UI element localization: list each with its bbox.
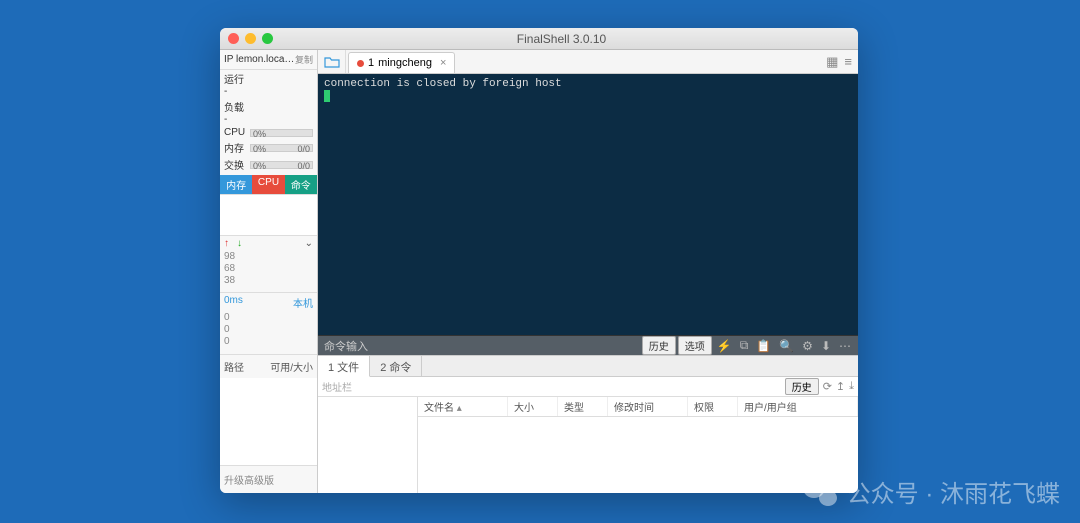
history-button[interactable]: 历史	[642, 336, 676, 355]
session-tab[interactable]: 1 mingcheng ×	[348, 52, 455, 73]
sidebar-spacer	[220, 378, 317, 465]
address-bar: 地址栏 历史 ⟳ ↥ ⤓	[318, 377, 858, 397]
watermark: 公众号 · 沐雨花飞蝶	[803, 474, 1060, 509]
window-title: FinalShell 3.0.10	[273, 32, 850, 46]
tab-files[interactable]: 1 文件	[318, 356, 370, 377]
tab-commands[interactable]: 2 命令	[370, 356, 422, 376]
col-type[interactable]: 类型	[558, 397, 608, 416]
file-columns: 文件名 大小 类型 修改时间 权限 用户/用户组	[418, 397, 858, 417]
status-dot-icon	[357, 60, 364, 67]
perf-graph	[220, 194, 317, 236]
sidebar-tab-cpu[interactable]: CPU	[252, 175, 284, 194]
ip-row: IP lemon.local.qq.c... 复制	[220, 50, 317, 70]
folder-icon	[324, 56, 340, 68]
col-name[interactable]: 文件名	[418, 397, 508, 416]
upgrade-link[interactable]: 升级高级版	[220, 465, 317, 493]
list-view-icon[interactable]: ≡	[844, 54, 852, 69]
zoom-window-button[interactable]	[262, 33, 273, 44]
copy-ip-button[interactable]: 复制	[295, 53, 313, 66]
copy-icon[interactable]: ⧉	[737, 338, 752, 353]
options-button[interactable]: 选项	[678, 336, 712, 355]
close-window-button[interactable]	[228, 33, 239, 44]
terminal-line: connection is closed by foreign host	[324, 78, 852, 90]
col-owner[interactable]: 用户/用户组	[738, 397, 858, 416]
search-icon[interactable]: 🔍	[776, 339, 797, 353]
ping-ms: 0ms	[224, 295, 243, 310]
close-tab-button[interactable]: ×	[440, 57, 446, 69]
more-icon[interactable]: ⋯	[836, 339, 854, 353]
mem-label: 内存	[224, 140, 246, 155]
size-label: 可用/大小	[270, 359, 313, 374]
addr-history-button[interactable]: 历史	[785, 378, 819, 395]
up-icon[interactable]: ↥	[836, 380, 845, 393]
upload-icon: ↑	[224, 238, 229, 249]
ping-host: 本机	[293, 295, 313, 310]
terminal[interactable]: connection is closed by foreign host	[318, 74, 858, 335]
file-tree[interactable]	[318, 397, 418, 493]
grid-view-icon[interactable]: ▦	[826, 54, 838, 70]
run-label: 运行 -	[224, 71, 250, 97]
terminal-cursor	[324, 90, 330, 102]
session-tab-index: 1	[368, 57, 374, 69]
titlebar: FinalShell 3.0.10	[220, 28, 858, 50]
traffic-lights	[228, 33, 273, 44]
sidebar-tab-mem[interactable]: 内存	[220, 175, 252, 194]
ip-label: IP lemon.local.qq.c...	[224, 54, 295, 65]
file-pane: 文件名 大小 类型 修改时间 权限 用户/用户组	[318, 397, 858, 493]
app-window: FinalShell 3.0.10 IP lemon.local.qq.c...…	[220, 28, 858, 493]
address-placeholder[interactable]: 地址栏	[322, 379, 352, 394]
file-list[interactable]: 文件名 大小 类型 修改时间 权限 用户/用户组	[418, 397, 858, 493]
download-icon[interactable]: ⬇	[818, 339, 834, 353]
path-label: 路径	[224, 359, 244, 374]
command-bar: 命令输入 历史 选项 ⚡ ⧉ 📋 🔍 ⚙ ⬇ ⋯	[318, 335, 858, 355]
bolt-icon[interactable]: ⚡	[714, 339, 735, 353]
session-tab-name: mingcheng	[378, 57, 432, 69]
watermark-text: 公众号 · 沐雨花飞蝶	[847, 474, 1060, 509]
command-input-label[interactable]: 命令输入	[318, 338, 374, 354]
upload-icon[interactable]: ⤓	[849, 380, 854, 393]
paste-icon[interactable]: 📋	[753, 339, 774, 353]
cpu-bar: 0%	[250, 129, 313, 137]
net-values: 98 68 38	[220, 251, 317, 287]
col-mtime[interactable]: 修改时间	[608, 397, 688, 416]
load-label: 负载 -	[224, 99, 250, 125]
bottom-tabs: 1 文件 2 命令	[318, 355, 858, 377]
wechat-icon	[803, 478, 837, 506]
sidebar-tabs: 内存 CPU 命令	[220, 175, 317, 194]
swap-bar: 0%0/0	[250, 161, 313, 169]
ping-row: 0ms 本机	[220, 293, 317, 312]
disk-header: 路径 可用/大小	[220, 354, 317, 378]
refresh-icon[interactable]: ⟳	[823, 380, 832, 393]
minimize-window-button[interactable]	[245, 33, 256, 44]
main-area: 1 mingcheng × ▦ ≡ connection is closed b…	[318, 50, 858, 493]
mem-bar: 0%0/0	[250, 144, 313, 152]
session-tabbar: 1 mingcheng × ▦ ≡	[318, 50, 858, 74]
download-icon: ↓	[237, 238, 242, 249]
col-size[interactable]: 大小	[508, 397, 558, 416]
sidebar: IP lemon.local.qq.c... 复制 运行 - 负载 - CPU …	[220, 50, 318, 493]
cpu-label: CPU	[224, 127, 246, 138]
ping-values: 0 0 0	[220, 312, 317, 348]
expand-icon[interactable]: ⌄	[305, 238, 313, 249]
gear-icon[interactable]: ⚙	[799, 339, 816, 353]
sidebar-tab-cmd[interactable]: 命令	[285, 175, 317, 194]
open-folder-button[interactable]	[318, 50, 346, 73]
col-perm[interactable]: 权限	[688, 397, 738, 416]
swap-label: 交换	[224, 157, 246, 172]
